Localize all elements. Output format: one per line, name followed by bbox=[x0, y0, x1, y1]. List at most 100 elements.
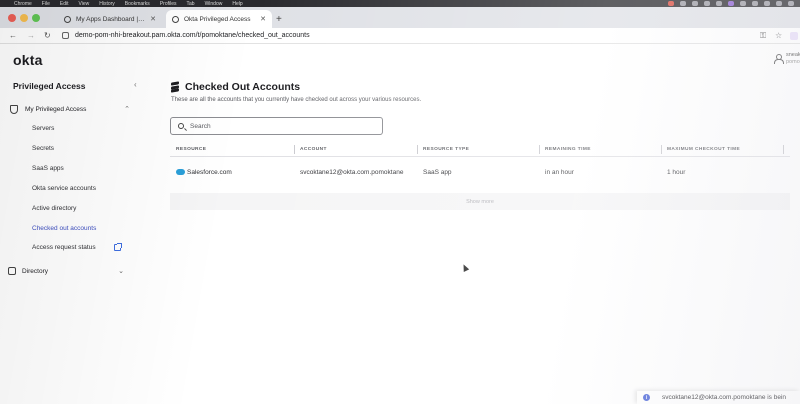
column-header-resource[interactable]: RESOURCE bbox=[176, 147, 206, 152]
sidebar-group-label: Directory bbox=[22, 267, 49, 275]
sidebar-item-checked-out-accounts[interactable]: Checked out accounts bbox=[32, 225, 96, 232]
resource-name: Salesforce.com bbox=[187, 169, 232, 176]
menu-edit[interactable]: Edit bbox=[60, 1, 69, 7]
status-icons bbox=[662, 0, 800, 7]
os-menubar: Chrome File Edit View History Bookmarks … bbox=[0, 0, 800, 7]
tab-close-icon[interactable]: ✕ bbox=[150, 15, 156, 23]
window-minimize-button[interactable] bbox=[20, 14, 28, 22]
show-more-button[interactable]: Show more bbox=[170, 193, 790, 210]
user-name: sneak bbox=[786, 52, 800, 58]
column-header-remaining-time[interactable]: REMAINING TIME bbox=[545, 147, 591, 152]
okta-logo[interactable]: okta bbox=[13, 52, 43, 68]
main-content: Checked Out Accounts These are all the a… bbox=[148, 76, 800, 404]
new-tab-button[interactable]: + bbox=[276, 15, 282, 25]
sidebar-group-my-privileged-access[interactable]: My Privileged Access ⌃ bbox=[10, 103, 130, 115]
sidebar-item-servers[interactable]: Servers bbox=[32, 125, 54, 132]
column-divider bbox=[539, 145, 540, 154]
status-icon[interactable] bbox=[692, 1, 698, 6]
shield-icon bbox=[10, 104, 19, 114]
search-input[interactable] bbox=[190, 122, 370, 130]
cell-resource[interactable]: Salesforce.com bbox=[176, 169, 232, 176]
menu-file[interactable]: File bbox=[42, 1, 50, 7]
user-menu[interactable]: sneak pomok bbox=[774, 52, 800, 66]
reload-button[interactable]: ↻ bbox=[44, 31, 51, 41]
status-icon[interactable] bbox=[788, 1, 794, 6]
sidebar-title: Privileged Access bbox=[13, 81, 86, 91]
status-icon[interactable] bbox=[776, 1, 782, 6]
site-info-icon[interactable] bbox=[62, 32, 69, 39]
status-icon[interactable] bbox=[668, 1, 674, 6]
tab-close-icon[interactable]: ✕ bbox=[260, 15, 266, 23]
cell-remaining-time: in an hour bbox=[545, 169, 574, 176]
info-icon: i bbox=[643, 394, 650, 401]
search-field[interactable] bbox=[170, 117, 383, 135]
menu-chrome[interactable]: Chrome bbox=[14, 1, 32, 7]
tab-label: Okta Privileged Access bbox=[184, 15, 251, 23]
status-icon[interactable] bbox=[740, 1, 746, 6]
column-divider bbox=[783, 145, 784, 154]
password-key-icon[interactable]: ⚿ bbox=[760, 31, 766, 41]
menu-view[interactable]: View bbox=[78, 1, 89, 7]
sidebar-item-saas-apps[interactable]: SaaS apps bbox=[32, 165, 64, 172]
okta-favicon-icon bbox=[172, 15, 179, 23]
forward-button[interactable]: → bbox=[27, 31, 35, 41]
chevron-down-icon: ⌄ bbox=[118, 268, 124, 275]
column-divider bbox=[294, 145, 295, 154]
status-icon[interactable] bbox=[752, 1, 758, 6]
directory-icon bbox=[8, 267, 16, 275]
toast-notification: i svcoktane12@okta.com.pomoktane is bein bbox=[637, 391, 800, 404]
sidebar-item-active-directory[interactable]: Active directory bbox=[32, 205, 76, 212]
menu-bookmarks[interactable]: Bookmarks bbox=[125, 1, 150, 7]
page-subtitle: These are all the accounts that you curr… bbox=[171, 97, 422, 103]
external-link-icon bbox=[113, 243, 122, 251]
column-divider bbox=[417, 145, 418, 154]
address-bar[interactable]: demo-pom-nhi-breakout.pam.okta.com/t/pom… bbox=[75, 31, 310, 41]
browser-toolbar: ← → ↻ demo-pom-nhi-breakout.pam.okta.com… bbox=[0, 28, 800, 44]
column-header-max-checkout-time[interactable]: MAXIMUM CHECKOUT TIME bbox=[667, 147, 740, 152]
column-divider bbox=[661, 145, 662, 154]
cell-resource-type: SaaS app bbox=[423, 169, 452, 176]
sidebar-item-label: Access request status bbox=[32, 244, 96, 252]
column-header-account[interactable]: ACCOUNT bbox=[300, 147, 327, 152]
user-icon bbox=[774, 54, 784, 64]
browser-tab-privileged-access[interactable]: Okta Privileged Access ✕ bbox=[166, 10, 272, 28]
column-header-resource-type[interactable]: RESOURCE TYPE bbox=[423, 147, 469, 152]
chevron-up-icon: ⌃ bbox=[124, 106, 130, 113]
sidebar-item-access-request-status[interactable]: Access request status bbox=[32, 243, 122, 252]
extension-icon[interactable] bbox=[790, 32, 798, 40]
salesforce-logo-icon bbox=[176, 169, 185, 175]
menu-tab[interactable]: Tab bbox=[187, 1, 195, 7]
page-title: Checked Out Accounts bbox=[185, 81, 301, 93]
checked-out-accounts-table: RESOURCE ACCOUNT RESOURCE TYPE REMAINING… bbox=[170, 143, 790, 210]
sidebar-item-secrets[interactable]: Secrets bbox=[32, 145, 54, 152]
cell-account: svcoktane12@okta.com.pomoktane bbox=[300, 169, 404, 176]
status-icon[interactable] bbox=[716, 1, 722, 6]
status-icon[interactable] bbox=[704, 1, 710, 6]
browser-tab-apps-dashboard[interactable]: My Apps Dashboard | demo-p ✕ bbox=[58, 10, 162, 28]
back-button[interactable]: ← bbox=[9, 31, 17, 41]
collapse-sidebar-icon[interactable]: ‹ bbox=[134, 80, 137, 89]
cell-max-checkout-time: 1 hour bbox=[667, 169, 686, 176]
bookmark-star-icon[interactable]: ☆ bbox=[775, 31, 782, 41]
window-zoom-button[interactable] bbox=[32, 14, 40, 22]
layers-icon bbox=[170, 81, 180, 93]
sidebar-item-okta-service-accounts[interactable]: Okta service accounts bbox=[32, 185, 96, 192]
sidebar-group-directory[interactable]: Directory ⌄ bbox=[8, 265, 124, 277]
status-icon[interactable] bbox=[680, 1, 686, 6]
toast-message: svcoktane12@okta.com.pomoktane is bein bbox=[662, 394, 787, 401]
sidebar-group-label: My Privileged Access bbox=[25, 105, 87, 113]
menu-help[interactable]: Help bbox=[232, 1, 242, 7]
sidebar: Privileged Access ‹ My Privileged Access… bbox=[0, 76, 148, 404]
tab-label: My Apps Dashboard | demo-p bbox=[76, 15, 146, 23]
table-header: RESOURCE ACCOUNT RESOURCE TYPE REMAINING… bbox=[170, 143, 790, 157]
menu-history[interactable]: History bbox=[99, 1, 115, 7]
status-icon[interactable] bbox=[728, 1, 734, 6]
window-close-button[interactable] bbox=[8, 14, 16, 22]
browser-tab-strip: My Apps Dashboard | demo-p ✕ Okta Privil… bbox=[0, 7, 800, 28]
search-icon bbox=[178, 123, 184, 129]
menu-window[interactable]: Window bbox=[205, 1, 223, 7]
user-org: pomok bbox=[786, 59, 800, 65]
menu-profiles[interactable]: Profiles bbox=[160, 1, 177, 7]
status-icon[interactable] bbox=[764, 1, 770, 6]
table-row[interactable]: Salesforce.com svcoktane12@okta.com.pomo… bbox=[170, 157, 790, 192]
